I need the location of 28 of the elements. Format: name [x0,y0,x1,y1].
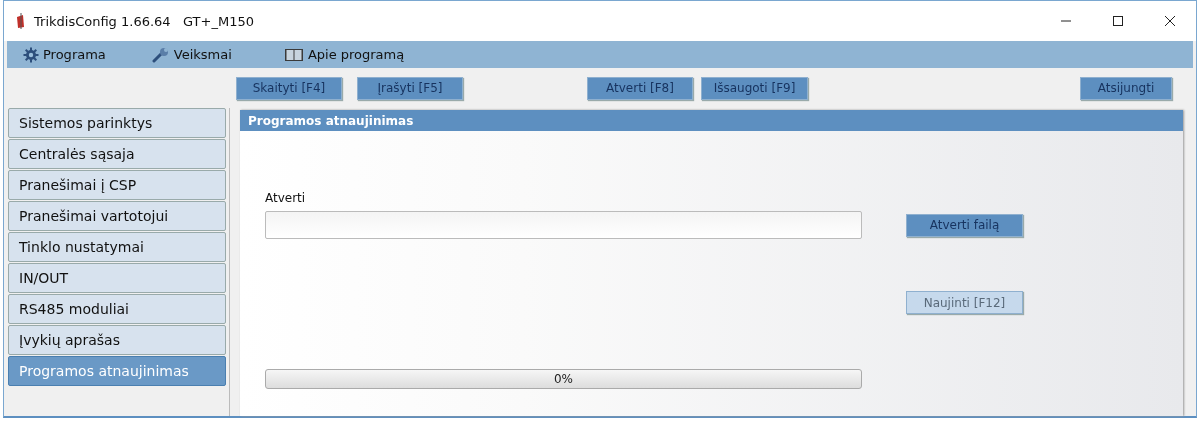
sidebar-item[interactable]: RS485 moduliai [8,294,226,324]
gear-icon [23,46,39,63]
menu-item[interactable]: Apie programą [277,45,411,64]
sidebar-item[interactable]: IN/OUT [8,263,226,293]
toolbar-button[interactable]: Įrašyti [F5] [357,76,463,100]
progress-reading: 0% [553,372,573,386]
wrench-icon [151,46,170,63]
sidebar-item[interactable]: Centralės sąsaja [8,139,226,169]
file-path-field[interactable] [265,211,862,239]
sidebar-item[interactable]: Įvykių aprašas [8,325,226,355]
toolbar-button[interactable]: Skaityti [F4] [236,76,342,100]
toolbar-button[interactable]: Atsijungti [1080,76,1172,100]
sidebar-item[interactable]: Sistemos parinktys [8,108,226,138]
sidebar-item[interactable]: Pranešimai vartotojui [8,201,226,231]
window-title: TrikdisConfig 1.66.64 GT+_M150 [34,13,254,29]
field-label: Atverti [265,191,307,205]
toolbar-button[interactable]: Atverti [F8] [587,76,693,100]
menu-item[interactable]: Programa [17,44,112,65]
toolbar-button[interactable]: Išsaugoti [F9] [701,76,808,100]
close-icon[interactable] [1165,16,1175,26]
app-logo-icon [16,13,26,29]
menu-item[interactable]: Veiksmai [145,44,238,65]
book-icon [283,47,304,62]
sidebar-item[interactable]: Tinklo nustatymai [8,232,226,262]
sidebar-item[interactable]: Pranešimai į CSP [8,170,226,200]
panel-header: Programos atnaujinimas [240,110,1183,131]
maximize-icon[interactable] [1113,16,1123,26]
open-file-button[interactable]: Atverti failą [906,213,1023,237]
